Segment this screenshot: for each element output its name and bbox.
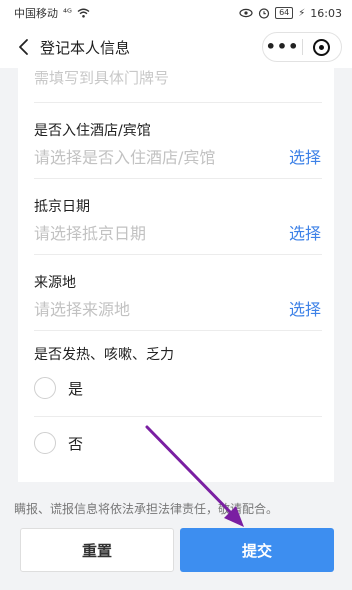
hotel-select-button[interactable]: 选择 bbox=[289, 144, 321, 168]
origin-select-button[interactable]: 选择 bbox=[289, 296, 321, 320]
target-circle-icon bbox=[313, 38, 331, 56]
arrival-date-select-button[interactable]: 选择 bbox=[289, 220, 321, 244]
hotel-label: 是否入住酒店/宾馆 bbox=[34, 123, 151, 139]
radio-yes-label: 是 bbox=[68, 379, 84, 398]
arrival-date-field[interactable]: 请选择抵京日期 bbox=[34, 220, 146, 244]
symptom-label: 是否发热、咳嗽、乏力 bbox=[34, 347, 174, 363]
miniapp-capsule: ••• bbox=[262, 32, 342, 62]
eye-icon bbox=[239, 8, 253, 18]
origin-field[interactable]: 请选择来源地 bbox=[34, 296, 130, 320]
alarm-icon bbox=[258, 8, 270, 19]
back-arrow-icon[interactable] bbox=[12, 38, 36, 56]
status-bar: 中国移动 ⁴ᴳ 64 ⚡ 16:03 bbox=[0, 0, 352, 26]
battery-icon: 64 bbox=[275, 7, 294, 19]
arrival-date-label: 抵京日期 bbox=[34, 199, 90, 215]
form-card: 需填写到具体门牌号 是否入住酒店/宾馆 请选择是否入住酒店/宾馆 选择 抵京日期… bbox=[18, 68, 334, 482]
divider bbox=[34, 416, 322, 417]
divider bbox=[34, 178, 322, 179]
charging-icon: ⚡ bbox=[298, 7, 306, 19]
radio-no-label: 否 bbox=[68, 434, 84, 453]
radio-yes[interactable] bbox=[34, 377, 56, 399]
more-icon[interactable]: ••• bbox=[263, 33, 302, 61]
hotel-select-field[interactable]: 请选择是否入住酒店/宾馆 bbox=[34, 144, 215, 168]
legal-notice: 瞒报、谎报信息将依法承担法律责任，敬请配合。 bbox=[14, 502, 279, 516]
nav-bar: 登记本人信息 ••• bbox=[0, 26, 352, 68]
divider bbox=[34, 254, 322, 255]
symptom-option-yes[interactable]: 是 bbox=[34, 377, 83, 399]
address-hint: 需填写到具体门牌号 bbox=[34, 69, 170, 87]
radio-no[interactable] bbox=[34, 432, 56, 454]
divider bbox=[34, 330, 322, 331]
clock-time: 16:03 bbox=[310, 6, 342, 20]
close-miniapp-button[interactable] bbox=[303, 38, 341, 56]
wifi-icon bbox=[77, 8, 90, 18]
symptom-option-no[interactable]: 否 bbox=[34, 432, 83, 454]
page-title: 登记本人信息 bbox=[40, 38, 131, 57]
divider bbox=[34, 102, 322, 103]
carrier-name: 中国移动 bbox=[14, 7, 58, 20]
signal-icon: ⁴ᴳ bbox=[63, 7, 72, 19]
reset-button[interactable]: 重置 bbox=[20, 528, 174, 572]
submit-button[interactable]: 提交 bbox=[180, 528, 334, 572]
origin-label: 来源地 bbox=[34, 275, 76, 291]
